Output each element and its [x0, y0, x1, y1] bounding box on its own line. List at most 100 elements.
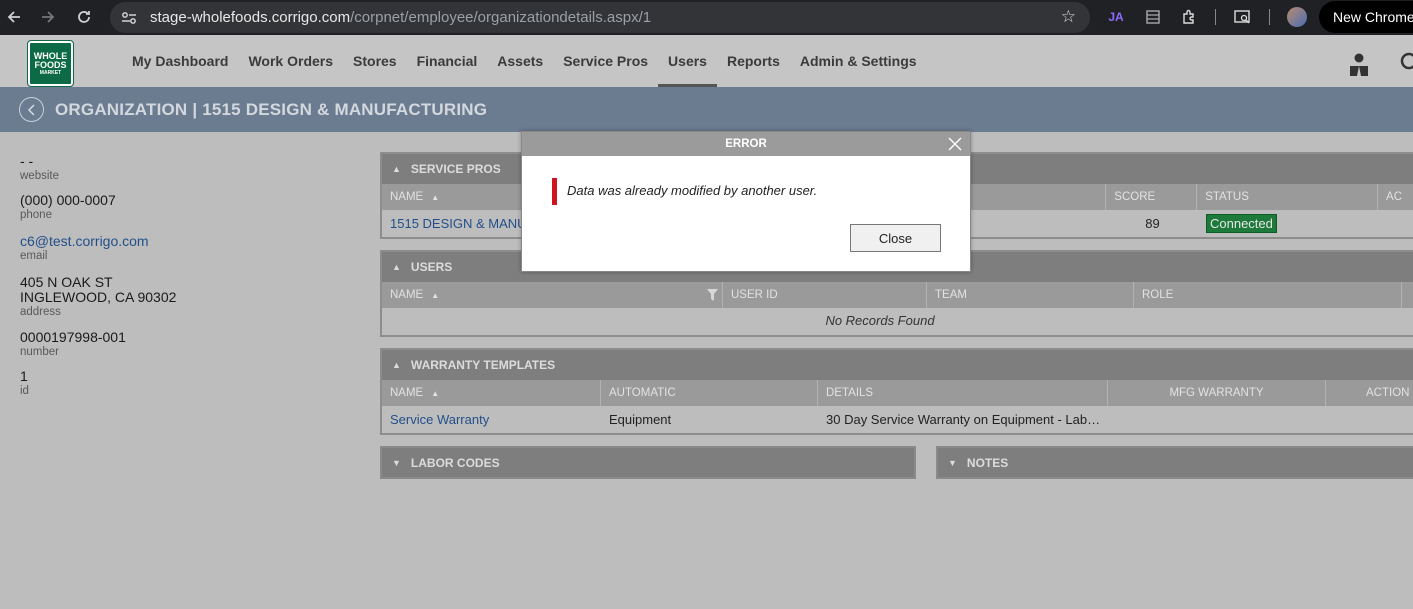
notes-panel: ▼ NOTES [936, 446, 1413, 479]
status-badge: Connected [1206, 213, 1277, 233]
caret-up-icon: ▲ [392, 164, 401, 174]
caret-down-icon: ▼ [948, 457, 957, 468]
column-header-name[interactable]: NAME ▲ [382, 282, 723, 308]
notes-header[interactable]: ▼ NOTES [938, 448, 1413, 477]
profile-avatar[interactable] [1287, 7, 1307, 27]
service-pro-status: Connected [1198, 210, 1379, 236]
column-header-automatic[interactable]: AUTOMATIC [601, 380, 818, 406]
column-header-team[interactable]: TEAM [927, 282, 1134, 308]
browser-toolbar: stage-wholefoods.corrigo.com/corpnet/emp… [0, 0, 1413, 35]
nav-users[interactable]: Users [658, 35, 717, 87]
users-column-header: NAME ▲ USER ID TEAM ROLE [382, 282, 1413, 308]
column-label: USER ID [731, 289, 778, 301]
page-title: ORGANIZATION | 1515 DESIGN & MANUFACTURI… [55, 99, 488, 119]
id-field: 1 id [20, 368, 350, 398]
column-header-user-id[interactable]: USER ID [723, 282, 927, 308]
url-path: /corpnet/employee/organizationdetails.as… [350, 9, 652, 26]
warranty-column-header: NAME ▲ AUTOMATIC DETAILS MFG WARRANTY ACT… [382, 380, 1413, 406]
close-button[interactable]: Close [850, 224, 941, 252]
main-nav: My Dashboard Work Orders Stores Financia… [122, 35, 927, 87]
forward-arrow-icon[interactable] [36, 5, 60, 29]
column-label: NAME [390, 289, 424, 301]
number-value: 0000197998-001 [20, 329, 126, 345]
column-header-details[interactable]: DETAILS [818, 380, 1108, 406]
email-label: email [20, 250, 48, 262]
website-label: website [20, 170, 59, 182]
column-label: NAME [390, 191, 424, 203]
column-label: AC [1386, 191, 1403, 203]
search-icon[interactable] [1398, 51, 1413, 73]
column-header-status[interactable]: STATUS [1197, 184, 1379, 210]
column-label: NAME [390, 387, 424, 399]
number-field: 0000197998-001 number [20, 329, 350, 359]
email-link[interactable]: c6@test.corrigo.com [20, 233, 350, 249]
warranty-name-link[interactable]: Service Warranty [390, 412, 489, 427]
phone-field: (000) 000-0007 phone [20, 192, 350, 222]
nav-admin-settings[interactable]: Admin & Settings [790, 35, 927, 87]
toolbar-divider [1215, 9, 1216, 25]
service-pro-name[interactable]: 1515 DESIGN & MANU [390, 216, 527, 231]
extension-film-icon[interactable] [1142, 7, 1164, 27]
nav-financial[interactable]: Financial [407, 35, 488, 87]
dialog-title: ERROR [725, 138, 767, 150]
labor-codes-header[interactable]: ▼ LABOR CODES [382, 448, 914, 477]
whole-foods-logo[interactable]: WHOLE FOODS MARKET [27, 40, 74, 87]
nav-service-pros[interactable]: Service Pros [553, 35, 658, 87]
empty-row: No Records Found [382, 308, 1413, 334]
extension-ja-icon[interactable]: JA [1105, 7, 1127, 27]
column-header-mfg-warranty[interactable]: MFG WARRANTY [1108, 380, 1326, 406]
site-settings-icon[interactable] [118, 7, 140, 29]
nav-my-dashboard[interactable]: My Dashboard [122, 35, 238, 87]
extensions-puzzle-icon[interactable] [1178, 7, 1200, 27]
url-host: stage-wholefoods.corrigo.com [150, 9, 351, 26]
organization-details: - - website (000) 000-0007 phone c6@test… [20, 153, 350, 407]
column-header-name[interactable]: NAME ▲ [382, 380, 601, 406]
email-field: c6@test.corrigo.com email [20, 233, 350, 263]
phone-label: phone [20, 209, 52, 221]
bookmark-star-icon[interactable]: ☆ [1061, 7, 1076, 27]
column-header-action[interactable]: ACTION [1326, 380, 1413, 406]
column-label: DETAILS [826, 387, 874, 399]
column-label: ACTION [1366, 387, 1410, 399]
panel-title: SERVICE PROS [410, 162, 501, 176]
error-message: Data was already modified by another use… [567, 183, 818, 198]
number-label: number [20, 346, 59, 358]
warranty-details: 30 Day Service Warranty on Equipment - L… [826, 411, 1101, 427]
logo-line: MARKET [39, 69, 62, 76]
id-value: 1 [20, 368, 28, 384]
app-header: WHOLE FOODS MARKET My Dashboard Work Ord… [0, 35, 1413, 87]
caret-up-icon: ▲ [392, 262, 401, 272]
column-header-score[interactable]: SCORE [1106, 184, 1198, 210]
nav-assets[interactable]: Assets [487, 35, 553, 87]
sort-up-icon: ▲ [431, 290, 440, 300]
phone-value: (000) 000-0007 [20, 192, 116, 208]
new-chrome-button[interactable]: New Chrome [1319, 1, 1413, 33]
error-dialog: ERROR Data was already modified by anoth… [521, 131, 971, 272]
column-header-role[interactable]: ROLE [1134, 282, 1402, 308]
column-label: SCORE [1114, 191, 1156, 203]
chevron-left-icon [27, 103, 35, 116]
back-arrow-icon[interactable] [2, 5, 26, 29]
sort-up-icon: ▲ [431, 192, 440, 202]
nav-stores[interactable]: Stores [343, 35, 407, 87]
filter-icon[interactable] [707, 289, 718, 301]
nav-reports[interactable]: Reports [717, 35, 790, 87]
back-button[interactable] [19, 97, 44, 122]
user-profile-icon[interactable] [1347, 52, 1371, 76]
column-label: MFG WARRANTY [1169, 387, 1264, 399]
nav-work-orders[interactable]: Work Orders [238, 35, 343, 87]
column-header-actions[interactable]: AC [1378, 184, 1413, 210]
website-field: - - website [20, 153, 350, 183]
close-icon[interactable] [946, 135, 964, 153]
address-line1: 405 N OAK ST [20, 274, 113, 290]
reload-icon[interactable] [72, 5, 96, 29]
warranty-templates-header[interactable]: ▲ WARRANTY TEMPLATES [382, 350, 1413, 380]
address-line2: INGLEWOOD, CA 90302 [20, 289, 177, 305]
panel-title: NOTES [966, 455, 1009, 470]
tab-search-icon[interactable] [1232, 7, 1254, 27]
url-text: stage-wholefoods.corrigo.com/corpnet/emp… [150, 9, 651, 26]
warranty-templates-panel: ▲ WARRANTY TEMPLATES NAME ▲ AUTOMATIC DET… [380, 348, 1413, 435]
caret-up-icon: ▲ [392, 360, 401, 370]
error-dialog-header: ERROR [522, 132, 970, 156]
address-bar[interactable]: stage-wholefoods.corrigo.com/corpnet/emp… [110, 2, 1090, 33]
